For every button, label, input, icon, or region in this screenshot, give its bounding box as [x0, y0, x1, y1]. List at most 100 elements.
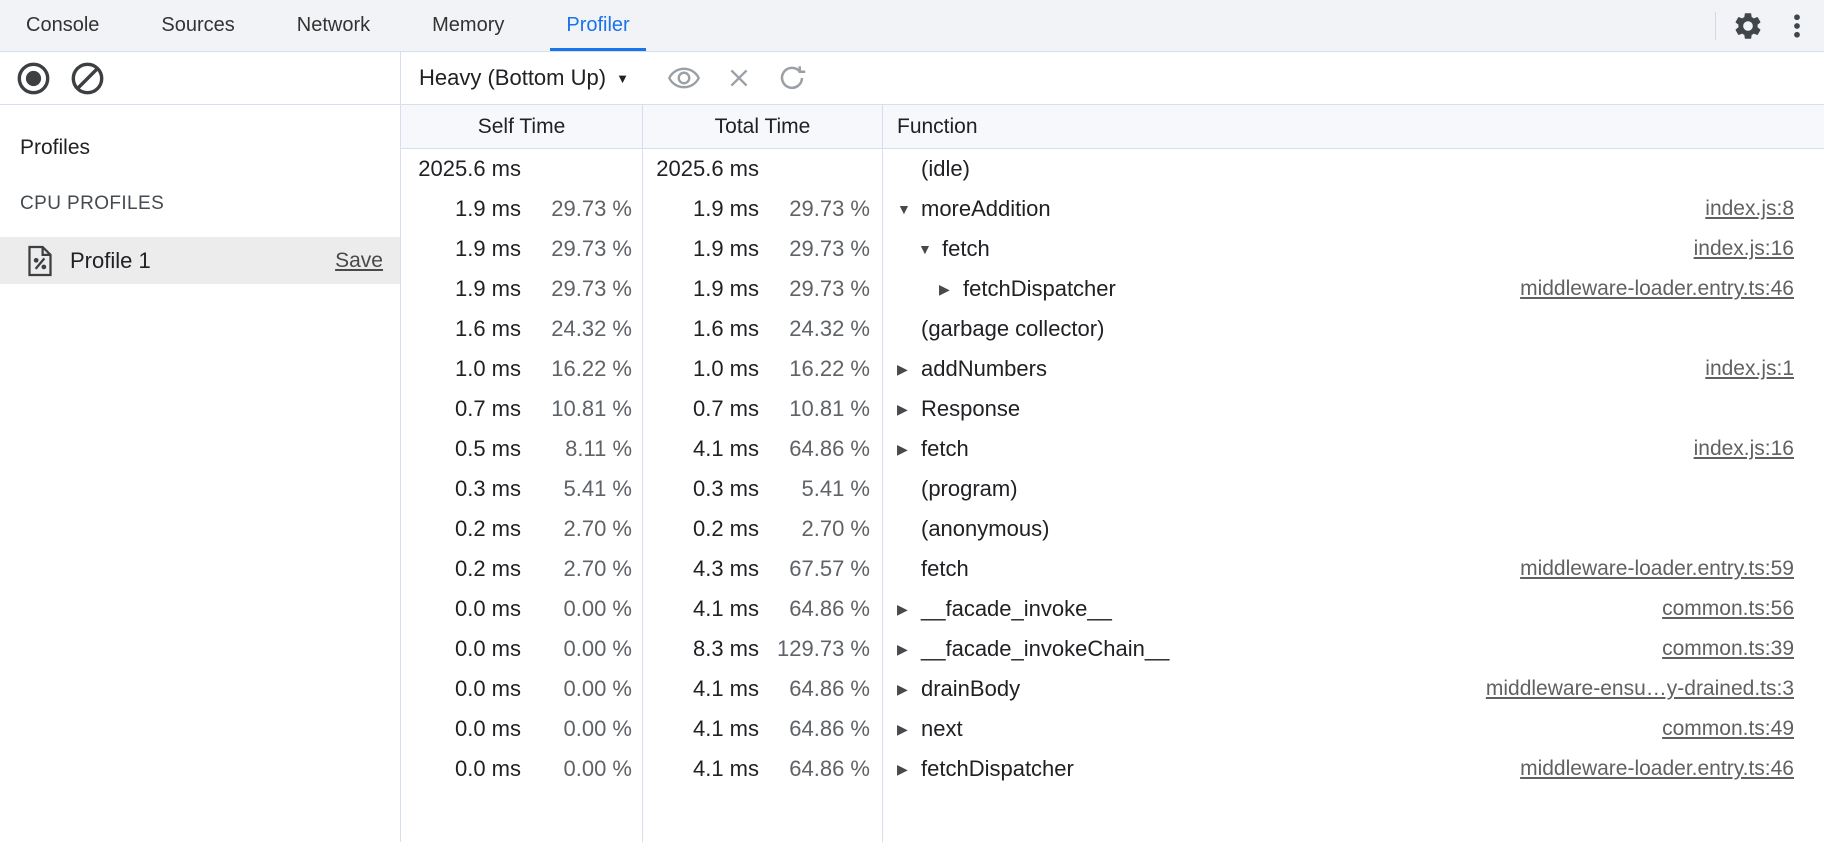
tab-profiler[interactable]: Profiler [550, 0, 645, 51]
grid-header: Self Time Total Time Function [401, 105, 1824, 149]
self-time-ms: 1.9 ms [401, 196, 521, 222]
three-dot-menu-icon [1782, 11, 1812, 41]
tree-toggle-icon[interactable]: ▶ [897, 761, 921, 778]
function-cell: (program) [883, 469, 1824, 509]
table-row[interactable]: 0.2 ms 2.70 % 0.2 ms 2.70 % (anonymous) [401, 509, 1824, 549]
tree-toggle-icon[interactable]: ▶ [897, 681, 921, 698]
source-location-link[interactable]: middleware-loader.entry.ts:46 [1520, 757, 1794, 781]
self-time-ms: 0.0 ms [401, 596, 521, 622]
table-row[interactable]: 1.6 ms 24.32 % 1.6 ms 24.32 % (garbage c… [401, 309, 1824, 349]
self-time-ms: 0.5 ms [401, 436, 521, 462]
tab-console[interactable]: Console [10, 0, 115, 51]
table-row[interactable]: 1.9 ms 29.73 % 1.9 ms 29.73 % ▼ fetch in… [401, 229, 1824, 269]
exclude-selected-button[interactable] [723, 62, 755, 94]
table-row[interactable]: 0.3 ms 5.41 % 0.3 ms 5.41 % (program) [401, 469, 1824, 509]
save-profile-link[interactable]: Save [335, 249, 383, 273]
total-time-percent: 29.73 % [759, 236, 870, 262]
self-time-cell: 0.0 ms 0.00 % [401, 629, 643, 669]
source-location-link[interactable]: index.js:16 [1694, 237, 1794, 261]
table-row[interactable]: 1.9 ms 29.73 % 1.9 ms 29.73 % ▼ moreAddi… [401, 189, 1824, 229]
function-cell: (idle) [883, 149, 1824, 189]
table-row[interactable]: 0.2 ms 2.70 % 4.3 ms 67.57 % fetch middl… [401, 549, 1824, 589]
column-header-function[interactable]: Function [883, 105, 1824, 148]
total-time-ms: 1.9 ms [643, 236, 759, 262]
self-time-ms: 1.9 ms [401, 276, 521, 302]
table-row[interactable]: 2025.6 ms 2025.6 ms (idle) [401, 149, 1824, 189]
restore-nodes-button[interactable] [775, 61, 809, 95]
self-time-percent: 8.11 % [521, 436, 632, 462]
total-time-percent: 64.86 % [759, 756, 870, 782]
column-header-self-time[interactable]: Self Time [401, 105, 643, 148]
function-name: (program) [921, 476, 1018, 502]
total-time-ms: 4.1 ms [643, 676, 759, 702]
table-row[interactable]: 1.0 ms 16.22 % 1.0 ms 16.22 % ▶ addNumbe… [401, 349, 1824, 389]
self-time-ms: 2025.6 ms [401, 156, 521, 182]
source-location-link[interactable]: middleware-loader.entry.ts:59 [1520, 557, 1794, 581]
tab-sources[interactable]: Sources [145, 0, 250, 51]
self-time-percent: 0.00 % [521, 716, 632, 742]
table-row[interactable]: 0.0 ms 0.00 % 4.1 ms 64.86 % ▶ fetchDisp… [401, 749, 1824, 789]
tree-toggle-icon[interactable]: ▶ [897, 401, 921, 418]
profiles-heading: Profiles [20, 136, 400, 160]
source-location-link[interactable]: index.js:8 [1705, 197, 1794, 221]
source-location-link[interactable]: index.js:16 [1694, 437, 1794, 461]
refresh-icon [777, 63, 807, 93]
tree-toggle-icon[interactable]: ▶ [897, 721, 921, 738]
total-time-cell: 1.6 ms 24.32 % [643, 309, 883, 349]
tree-toggle-icon[interactable]: ▼ [918, 241, 942, 257]
table-row[interactable]: 0.7 ms 10.81 % 0.7 ms 10.81 % ▶ Response [401, 389, 1824, 429]
view-mode-select[interactable]: Heavy (Bottom Up) ▼ [419, 65, 629, 91]
tree-toggle-icon[interactable]: ▶ [897, 361, 921, 378]
source-location-link[interactable]: common.ts:39 [1662, 637, 1794, 661]
toolbar-divider [1715, 12, 1716, 40]
tree-toggle-icon[interactable]: ▶ [897, 441, 921, 458]
column-header-total-time[interactable]: Total Time [643, 105, 883, 148]
settings-button[interactable] [1730, 8, 1766, 44]
function-cell: ▶ fetchDispatcher middleware-loader.entr… [883, 749, 1824, 789]
profiler-toolbar: Heavy (Bottom Up) ▼ [401, 52, 1824, 105]
total-time-percent: 64.86 % [759, 436, 870, 462]
self-time-cell: 1.0 ms 16.22 % [401, 349, 643, 389]
source-location-link[interactable]: common.ts:49 [1662, 717, 1794, 741]
total-time-ms: 4.1 ms [643, 596, 759, 622]
tab-memory[interactable]: Memory [416, 0, 520, 51]
sidebar-item-profile-1[interactable]: Profile 1 Save [0, 237, 400, 284]
self-time-percent: 0.00 % [521, 756, 632, 782]
total-time-percent: 64.86 % [759, 716, 870, 742]
total-time-percent: 64.86 % [759, 596, 870, 622]
tree-toggle-icon[interactable]: ▶ [897, 641, 921, 658]
table-row[interactable]: 0.0 ms 0.00 % 4.1 ms 64.86 % ▶ next comm… [401, 709, 1824, 749]
source-location-link[interactable]: middleware-loader.entry.ts:46 [1520, 277, 1794, 301]
clear-profiles-button[interactable] [68, 59, 107, 98]
tree-toggle-icon[interactable]: ▼ [897, 201, 921, 217]
more-options-menu-button[interactable] [1780, 9, 1814, 43]
total-time-percent: 16.22 % [759, 356, 870, 382]
tree-toggle-icon[interactable]: ▶ [897, 601, 921, 618]
table-row[interactable]: 0.0 ms 0.00 % 4.1 ms 64.86 % ▶ drainBody… [401, 669, 1824, 709]
total-time-percent: 29.73 % [759, 276, 870, 302]
total-time-cell: 1.9 ms 29.73 % [643, 229, 883, 269]
function-cell: ▶ drainBody middleware-ensu…y-drained.ts… [883, 669, 1824, 709]
profiler-content: Heavy (Bottom Up) ▼ [401, 52, 1824, 842]
table-row[interactable]: 0.0 ms 0.00 % 8.3 ms 129.73 % ▶ __facade… [401, 629, 1824, 669]
source-location-link[interactable]: common.ts:56 [1662, 597, 1794, 621]
table-row[interactable]: 1.9 ms 29.73 % 1.9 ms 29.73 % ▶ fetchDis… [401, 269, 1824, 309]
tab-network[interactable]: Network [281, 0, 386, 51]
source-location-link[interactable]: middleware-ensu…y-drained.ts:3 [1486, 677, 1794, 701]
table-row[interactable]: 0.5 ms 8.11 % 4.1 ms 64.86 % ▶ fetch ind… [401, 429, 1824, 469]
self-time-percent: 0.00 % [521, 676, 632, 702]
tree-toggle-icon[interactable]: ▶ [939, 281, 963, 298]
profile-name: Profile 1 [70, 248, 151, 274]
table-row[interactable]: 0.0 ms 0.00 % 4.1 ms 64.86 % ▶ __facade_… [401, 589, 1824, 629]
record-profile-button[interactable] [14, 59, 53, 98]
grid-body: 2025.6 ms 2025.6 ms (idle) 1.9 ms 29.73 … [401, 149, 1824, 842]
self-time-cell: 0.0 ms 0.00 % [401, 749, 643, 789]
close-icon [725, 64, 753, 92]
total-time-percent: 5.41 % [759, 476, 870, 502]
profile-document-icon [26, 245, 54, 277]
function-name: (anonymous) [921, 516, 1049, 542]
focus-selected-button[interactable] [665, 59, 703, 97]
chevron-down-icon: ▼ [616, 71, 629, 86]
self-time-ms: 0.2 ms [401, 516, 521, 542]
source-location-link[interactable]: index.js:1 [1705, 357, 1794, 381]
